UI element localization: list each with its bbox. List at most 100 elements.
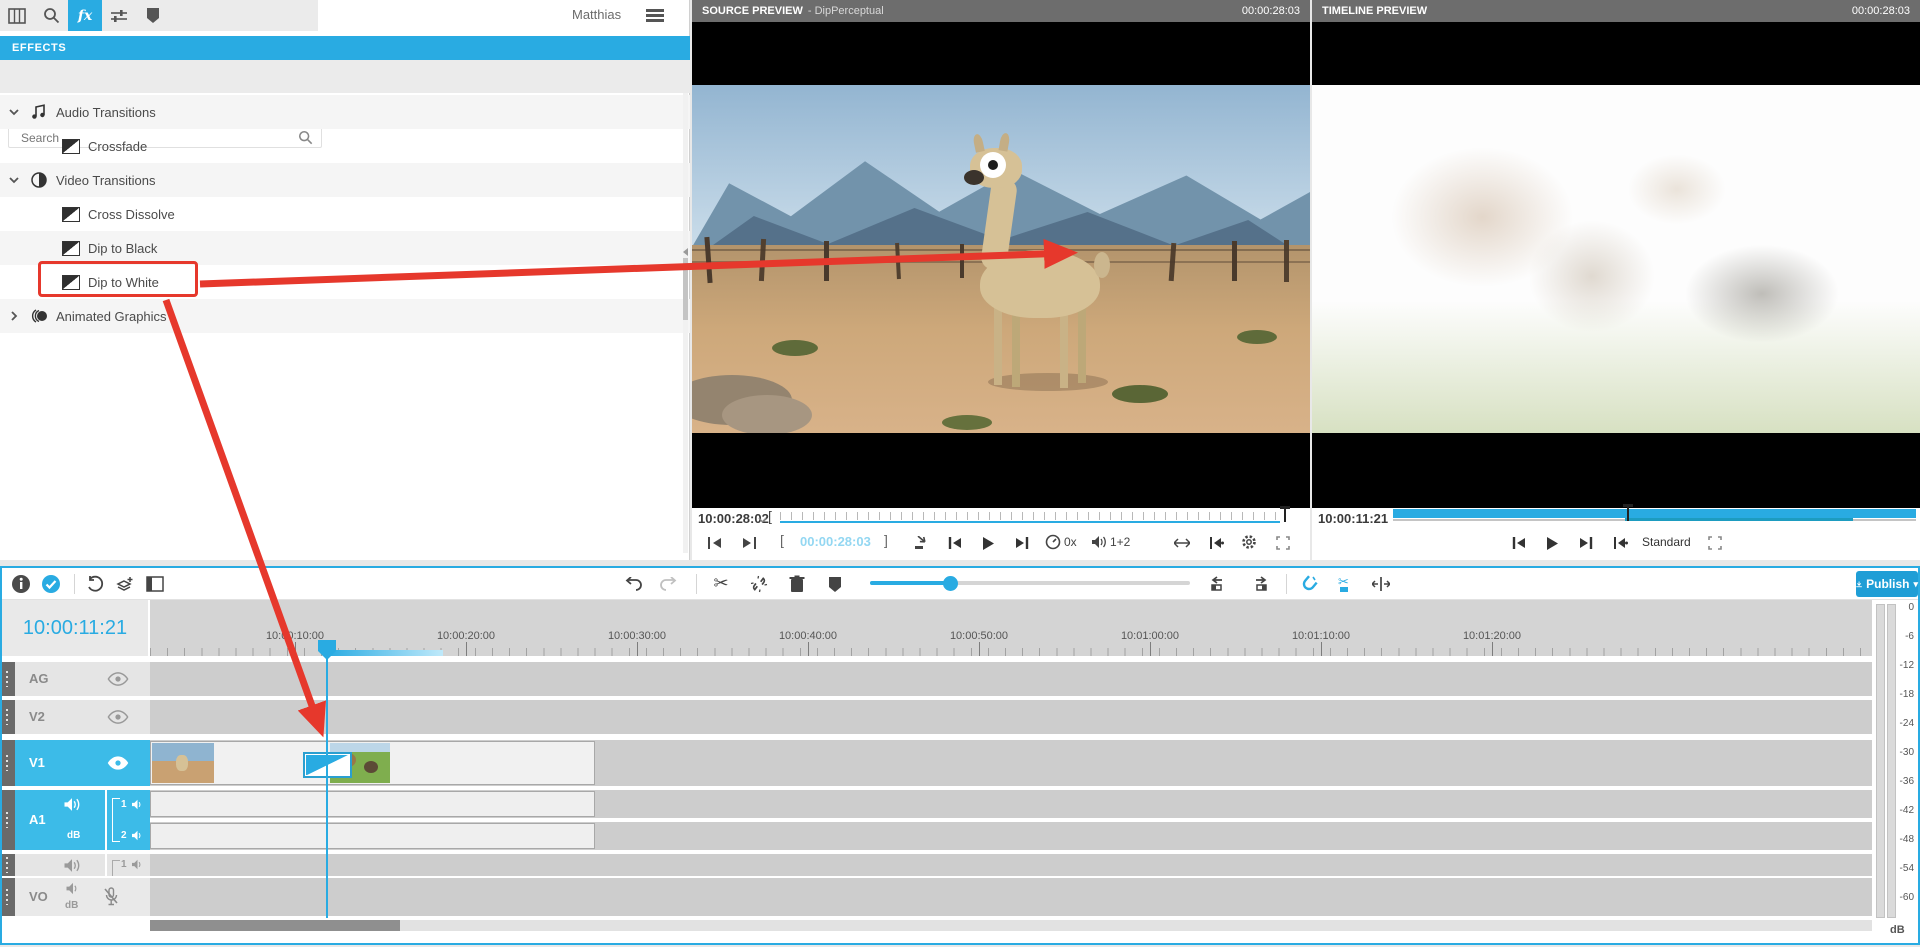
user-menu[interactable]: Matthias <box>572 7 621 22</box>
audio-clip-2[interactable] <box>327 791 595 817</box>
settings-gear-icon[interactable] <box>1240 533 1258 551</box>
track-content-v1[interactable] <box>150 740 1872 786</box>
effect-item-dip-to-black[interactable]: Dip to Black <box>0 231 690 265</box>
panel-collapse-icon[interactable] <box>683 248 688 256</box>
approve-button[interactable] <box>40 573 62 595</box>
group-animated-graphics[interactable]: Animated Graphics <box>0 299 690 333</box>
quality-selector[interactable]: Standard <box>1642 535 1691 549</box>
loop-playback-icon[interactable] <box>1206 534 1226 552</box>
track-drag-handle[interactable] <box>2 854 15 876</box>
effect-item-cross-dissolve[interactable]: Cross Dissolve <box>0 197 690 231</box>
channel-1-label[interactable]: 1 <box>121 859 127 870</box>
cut-scissors-icon[interactable]: ✂ <box>710 571 732 595</box>
track-db-label[interactable]: dB <box>65 900 78 911</box>
play-icon[interactable] <box>978 534 998 552</box>
tab-markers[interactable] <box>136 0 170 31</box>
history-undo-all-icon[interactable] <box>84 573 106 595</box>
tab-effects[interactable]: fx <box>68 0 102 31</box>
playhead-line[interactable] <box>326 652 328 918</box>
undo-button[interactable] <box>622 573 644 595</box>
jump-next-edit-icon[interactable] <box>1246 573 1270 595</box>
play-icon[interactable] <box>1542 534 1562 552</box>
audio-clip-1[interactable] <box>150 823 327 849</box>
step-back-icon[interactable] <box>704 534 726 552</box>
track-drag-handle[interactable] <box>2 662 15 696</box>
track-drag-handle[interactable] <box>2 878 15 916</box>
speaker-icon[interactable] <box>131 799 144 810</box>
track-content-v2[interactable] <box>150 700 1872 734</box>
source-scrub-bar[interactable] <box>780 521 1280 523</box>
chevron-right-icon[interactable] <box>8 310 20 322</box>
timeline-hscrollbar[interactable] <box>150 920 1872 931</box>
channel-1-label[interactable]: 1 <box>121 799 127 810</box>
mark-in-bracket[interactable]: [ <box>780 532 784 548</box>
track-header-a1[interactable]: A1 dB <box>15 790 105 850</box>
fullscreen-icon[interactable] <box>1274 534 1292 552</box>
go-to-start-icon[interactable] <box>944 534 964 552</box>
add-marker-icon[interactable] <box>824 573 846 595</box>
redo-button[interactable] <box>658 573 680 595</box>
source-video-frame[interactable] <box>692 85 1310 433</box>
track-content-a2[interactable] <box>150 854 1872 876</box>
effect-item-crossfade[interactable]: Crossfade <box>0 129 690 163</box>
track-drag-handle[interactable] <box>2 740 15 786</box>
jump-previous-edit-icon[interactable] <box>1208 573 1232 595</box>
track-header-vo[interactable]: VO dB <box>15 878 150 916</box>
track-header-v2[interactable]: V2 <box>15 700 150 734</box>
track-content-ag[interactable] <box>150 662 1872 696</box>
eye-visibility-icon[interactable] <box>107 756 129 770</box>
add-layer-icon[interactable] <box>114 573 136 595</box>
group-video-transitions[interactable]: Video Transitions <box>0 163 690 197</box>
playback-speed-icon[interactable] <box>1044 533 1062 551</box>
insert-to-timeline-icon[interactable] <box>910 534 930 552</box>
mark-out-bracket[interactable]: ] <box>884 532 888 548</box>
loop-playback-icon[interactable] <box>1610 534 1630 552</box>
speaker-icon[interactable] <box>63 797 81 812</box>
delete-trash-icon[interactable] <box>786 573 808 595</box>
track-header-ag[interactable]: AG <box>15 662 150 696</box>
timeline-position-timecode[interactable]: 10:00:11:21 <box>1318 511 1388 526</box>
speaker-icon[interactable] <box>63 858 81 873</box>
track-content-a1-ch2[interactable] <box>150 822 1872 850</box>
eye-visibility-icon[interactable] <box>107 710 129 724</box>
zoom-slider-knob[interactable] <box>943 576 958 591</box>
go-to-start-icon[interactable] <box>1508 534 1528 552</box>
group-audio-transitions[interactable]: Audio Transitions <box>0 95 690 129</box>
timeline-video-frame-dip-to-white[interactable] <box>1312 85 1920 433</box>
fullscreen-icon[interactable] <box>1706 534 1724 552</box>
go-to-end-icon[interactable] <box>1576 534 1596 552</box>
track-content-vo[interactable] <box>150 878 1872 916</box>
snapping-magnet-icon[interactable] <box>1298 573 1320 595</box>
tab-adjust[interactable] <box>102 0 136 31</box>
audio-clip-1[interactable] <box>150 791 327 817</box>
hamburger-menu-icon[interactable] <box>646 9 664 12</box>
effects-scrollbar[interactable] <box>683 93 688 553</box>
publish-button[interactable]: Publish ▾ <box>1856 571 1918 597</box>
mark-timecode[interactable]: 00:00:28:03 <box>800 534 871 549</box>
audio-monitor-icon[interactable] <box>1090 533 1108 551</box>
effects-scrollbar-thumb[interactable] <box>683 258 688 320</box>
video-clip-2[interactable] <box>327 741 595 785</box>
speaker-icon[interactable] <box>65 882 81 895</box>
timeline-ruler[interactable]: 10:00:10:00 10:00:20:00 10:00:30:00 10:0… <box>150 600 1872 656</box>
speaker-icon[interactable] <box>131 859 144 870</box>
track-content-a1-ch1[interactable] <box>150 790 1872 818</box>
track-db-label[interactable]: dB <box>67 830 80 841</box>
track-header-v1[interactable]: V1 <box>15 740 150 786</box>
audio-clip-2[interactable] <box>327 823 595 849</box>
chevron-down-icon[interactable] <box>8 174 20 186</box>
timeline-hscrollbar-thumb[interactable] <box>150 920 400 931</box>
channel-2-label[interactable]: 2 <box>121 830 127 841</box>
track-drag-handle[interactable] <box>2 700 15 734</box>
microphone-muted-icon[interactable] <box>103 887 119 907</box>
razor-mode-icon[interactable]: ✂ <box>1334 572 1356 596</box>
tab-bins[interactable] <box>0 0 34 31</box>
trim-mode-icon[interactable] <box>1370 573 1392 595</box>
speaker-icon[interactable] <box>131 830 144 841</box>
eye-visibility-icon[interactable] <box>107 672 129 686</box>
video-clip-1[interactable] <box>150 741 327 785</box>
timeline-progress-bar[interactable] <box>1393 509 1916 518</box>
chevron-down-icon[interactable] <box>8 106 20 118</box>
unlink-icon[interactable] <box>748 573 770 595</box>
step-forward-icon[interactable] <box>738 534 760 552</box>
